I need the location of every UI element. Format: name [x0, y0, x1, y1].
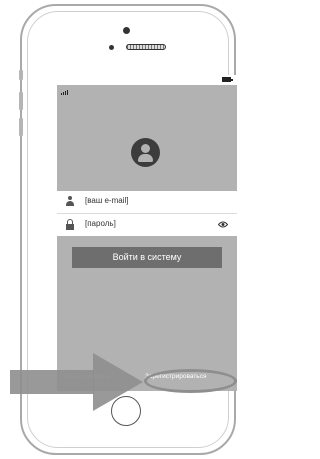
user-icon	[66, 196, 74, 207]
password-field[interactable]: [пароль]	[57, 214, 237, 236]
sensor-dot	[109, 45, 114, 50]
login-button[interactable]: Войти в систему	[72, 247, 222, 268]
user-avatar-icon	[131, 138, 160, 167]
login-screen: [ваш e-mail] [пароль] Войти в систему За…	[57, 75, 237, 391]
status-bar	[57, 75, 237, 95]
lock-icon	[66, 219, 74, 230]
earpiece-speaker	[126, 44, 166, 50]
pointer-arrow-body	[10, 370, 94, 394]
mute-switch	[19, 70, 23, 80]
battery-icon	[222, 77, 233, 82]
signal-icon	[61, 77, 69, 95]
volume-up-button	[19, 92, 23, 110]
register-link[interactable]: Зарегистрироваться	[145, 373, 206, 380]
password-placeholder: [пароль]	[85, 219, 116, 228]
eye-icon[interactable]	[218, 221, 228, 228]
front-camera	[123, 27, 130, 34]
pointer-arrow-head	[93, 353, 143, 411]
volume-down-button	[19, 118, 23, 136]
email-placeholder: [ваш e-mail]	[85, 196, 129, 205]
email-field[interactable]: [ваш e-mail]	[57, 191, 237, 214]
